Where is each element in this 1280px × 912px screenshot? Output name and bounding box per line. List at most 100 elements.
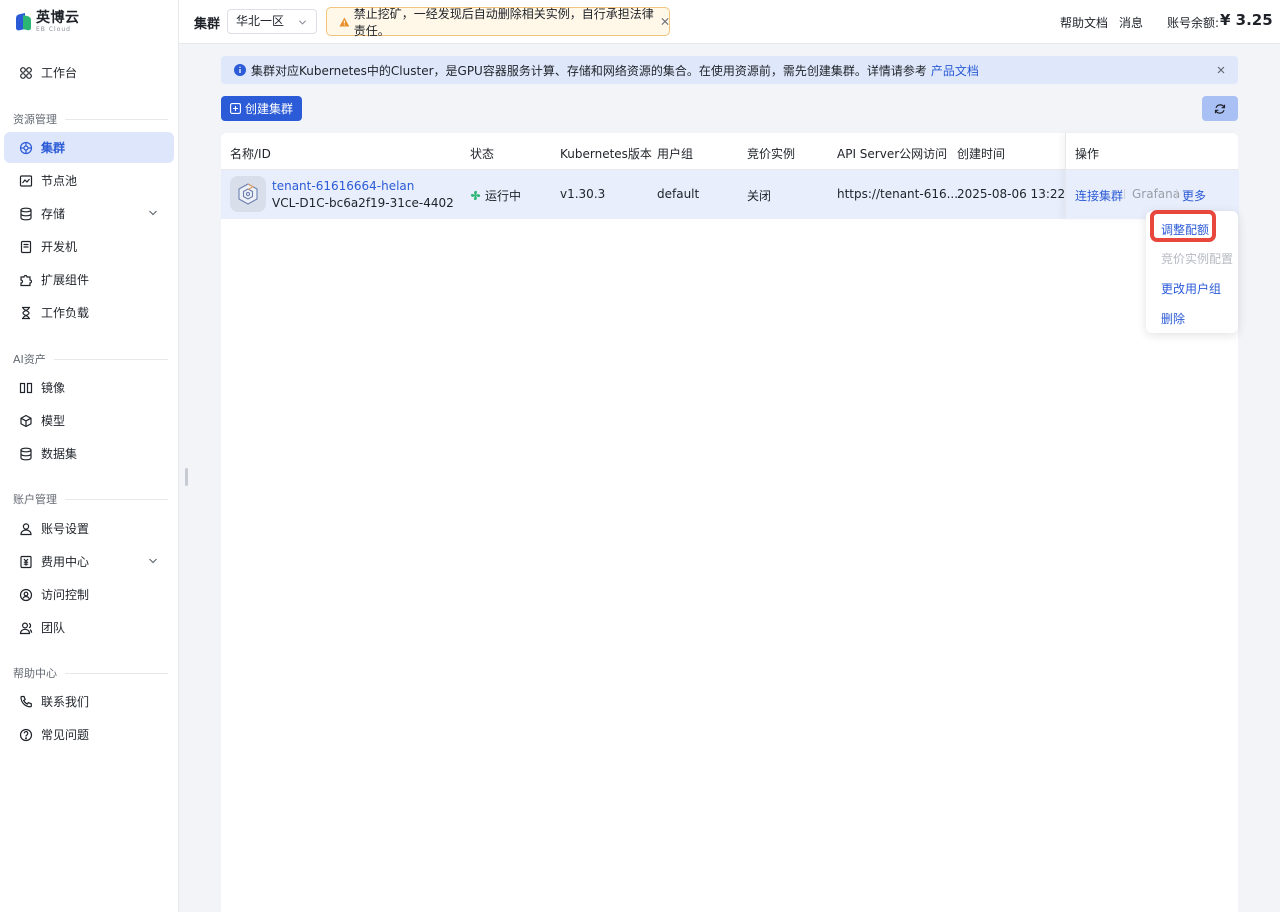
cluster-name-link[interactable]: tenant-61616664-helan — [272, 179, 414, 193]
sidebar-item-label: 模型 — [41, 414, 66, 428]
sidebar-item-contact[interactable]: 联系我们 — [4, 686, 174, 717]
sidebar-item-extension[interactable]: 扩展组件 — [4, 264, 174, 295]
create-cluster-label: 创建集群 — [244, 102, 293, 116]
cluster-table: 名称/ID 状态 Kubernetes版本 用户组 竞价实例 API Serve… — [221, 133, 1239, 912]
cluster-id: VCL-D1C-bc6a2f19-31ce-4402 — [272, 196, 454, 210]
more-link[interactable]: 更多 — [1182, 187, 1206, 204]
sidebar-item-label: 工作负载 — [41, 306, 90, 320]
chevron-down-icon — [298, 20, 307, 25]
col-name: 名称/ID — [230, 147, 271, 161]
refresh-icon — [1214, 103, 1226, 114]
region-select[interactable]: 华北一区 — [227, 9, 317, 34]
sidebar-item-storage[interactable]: 存储 — [4, 198, 174, 229]
info-banner: 集群对应Kubernetes中的Cluster，是GPU容器服务计算、存储和网络… — [221, 56, 1238, 84]
spot-instance: 关闭 — [747, 189, 772, 203]
help-docs-link[interactable]: 帮助文档 — [1060, 14, 1108, 31]
cluster-icon — [19, 141, 33, 155]
sidebar: 英博云 EB Cloud 工作台 资源管理 集群 节点池 存储 开发机 扩展组件… — [0, 0, 179, 912]
user-icon — [19, 522, 33, 536]
col-status: 状态 — [470, 147, 495, 161]
top-header: 集群 华北一区 禁止挖矿，一经发现后自动删除相关实例，自行承担法律责任。 帮助文… — [179, 0, 1280, 44]
logo-icon — [16, 12, 32, 32]
brand-logo[interactable]: 英博云 EB Cloud — [16, 11, 80, 33]
separator — [1176, 189, 1177, 199]
highlight-annotation — [1150, 210, 1216, 242]
sidebar-item-image[interactable]: 镜像 — [4, 372, 174, 403]
sidebar-item-label: 账号设置 — [41, 522, 90, 536]
sidebar-item-label: 扩展组件 — [41, 273, 90, 287]
menu-item-change-group[interactable]: 更改用户组 — [1161, 280, 1221, 297]
warning-text: 禁止挖矿，一经发现后自动删除相关实例，自行承担法律责任。 — [353, 6, 654, 38]
sidebar-item-label: 镜像 — [41, 381, 66, 395]
sidebar-item-dataset[interactable]: 数据集 — [4, 438, 174, 469]
sidebar-item-label: 联系我们 — [41, 695, 90, 709]
create-cluster-button[interactable]: 创建集群 — [221, 96, 302, 121]
refresh-button[interactable] — [1202, 96, 1238, 121]
brand-name-en: EB Cloud — [36, 26, 71, 33]
section-title-account: 账户管理 — [13, 491, 168, 507]
sidebar-item-label: 常见问题 — [41, 728, 90, 742]
sidebar-item-label: 数据集 — [41, 447, 78, 461]
sidebar-item-dev-machine[interactable]: 开发机 — [4, 231, 174, 262]
hourglass-icon — [19, 306, 33, 320]
sidebar-item-label: 节点池 — [41, 174, 78, 188]
brand-name: 英博云 — [36, 10, 80, 26]
mining-warning-banner: 禁止挖矿，一经发现后自动删除相关实例，自行承担法律责任。 — [326, 6, 670, 38]
menu-item-delete[interactable]: 删除 — [1161, 310, 1185, 327]
warning-icon — [339, 17, 350, 26]
sidebar-item-label: 团队 — [41, 621, 66, 635]
sidebar-item-label: 存储 — [41, 207, 66, 221]
phone-icon — [19, 695, 33, 709]
access-control-icon — [19, 588, 33, 602]
dataset-icon — [19, 447, 33, 461]
separator — [1124, 189, 1125, 199]
team-icon — [19, 621, 33, 635]
sidebar-item-account-settings[interactable]: 账号设置 — [4, 513, 174, 544]
sidebar-item-team[interactable]: 团队 — [4, 612, 174, 643]
sidebar-item-dashboard[interactable]: 工作台 — [4, 57, 174, 88]
extension-icon — [19, 273, 33, 287]
dashboard-icon — [19, 66, 33, 80]
col-k8s-version: Kubernetes版本 — [560, 147, 652, 161]
operations-column: 操作 连接集群 Grafana 更多 — [1065, 133, 1239, 219]
image-icon — [19, 381, 33, 395]
sidebar-item-cluster[interactable]: 集群 — [4, 132, 174, 163]
k8s-version: v1.30.3 — [560, 187, 606, 201]
cluster-avatar — [230, 176, 266, 212]
section-title-ai-assets: AI资产 — [13, 351, 168, 367]
sidebar-item-access-control[interactable]: 访问控制 — [4, 579, 174, 610]
connect-cluster-link[interactable]: 连接集群 — [1075, 187, 1123, 204]
status-text: 运行中 — [485, 189, 522, 203]
product-docs-link[interactable]: 产品文档 — [931, 62, 979, 79]
col-api-server: API Server公网访问 — [837, 147, 948, 161]
info-banner-text: 集群对应Kubernetes中的Cluster，是GPU容器服务计算、存储和网络… — [251, 63, 927, 78]
sidebar-item-billing[interactable]: 费用中心 — [4, 546, 174, 577]
dev-machine-icon — [19, 240, 33, 254]
grafana-link[interactable]: Grafana — [1132, 187, 1180, 201]
section-title-help: 帮助中心 — [13, 665, 168, 681]
col-operations: 操作 — [1075, 147, 1100, 161]
sidebar-item-node-pool[interactable]: 节点池 — [4, 165, 174, 196]
sidebar-item-workload[interactable]: 工作负载 — [4, 297, 174, 328]
col-created-time: 创建时间 — [957, 147, 1006, 161]
messages-link[interactable]: 消息 — [1119, 14, 1143, 31]
running-fan-icon — [470, 190, 481, 201]
page-title: 集群 — [194, 17, 221, 32]
sidebar-item-label: 费用中心 — [41, 555, 90, 569]
sidebar-item-model[interactable]: 模型 — [4, 405, 174, 436]
chevron-down-icon — [149, 558, 157, 564]
chevron-down-icon — [149, 210, 157, 216]
status-badge: 运行中 — [470, 187, 521, 204]
plus-square-icon — [230, 103, 241, 114]
close-icon[interactable] — [661, 17, 669, 26]
close-icon[interactable] — [1217, 66, 1225, 74]
menu-item-spot-config[interactable]: 竞价实例配置 — [1161, 250, 1233, 267]
sidebar-item-faq[interactable]: 常见问题 — [4, 719, 174, 750]
question-icon — [19, 728, 33, 742]
sidebar-resize-handle[interactable] — [185, 468, 188, 486]
storage-icon — [19, 207, 33, 221]
user-group: default — [657, 187, 700, 201]
sidebar-item-label: 集群 — [41, 141, 66, 155]
node-pool-icon — [19, 174, 33, 188]
balance-value: ¥ 3.25 — [1220, 11, 1273, 29]
